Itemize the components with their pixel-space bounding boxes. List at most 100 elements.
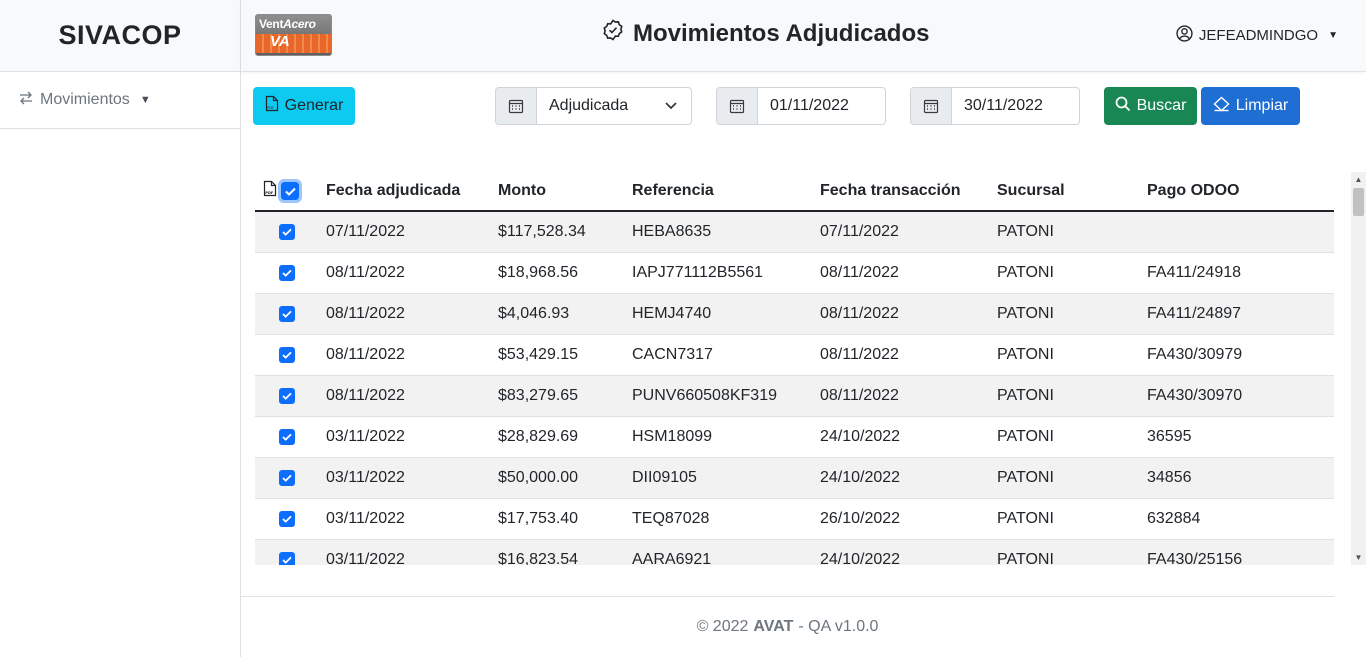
sidebar-item-movimientos[interactable]: Movimientos ▼	[0, 72, 240, 129]
user-circle-icon	[1176, 25, 1193, 46]
generar-button[interactable]: PDF Generar	[253, 87, 355, 125]
filter-toolbar: PDF Generar Adjudicada 01/11/2022 30/11/…	[241, 72, 1366, 142]
table-body: 07/11/2022 $117,528.34 HEBA8635 07/11/20…	[255, 212, 1334, 565]
calendar-icon	[717, 88, 758, 124]
column-header[interactable]: Monto	[498, 172, 546, 210]
cell-sucursal: PATONI	[997, 510, 1054, 527]
table-row[interactable]: 03/11/2022 $16,823.54 AARA6921 24/10/202…	[255, 540, 1334, 565]
cell-pago-odoo: 36595	[1147, 428, 1192, 445]
cell-sucursal: PATONI	[997, 223, 1054, 240]
sidebar-item-label: Movimientos	[40, 91, 130, 108]
cell-fecha-transaccion: 24/10/2022	[820, 551, 901, 565]
calendar-icon	[911, 88, 952, 124]
cell-pago-odoo: FA430/30970	[1147, 387, 1243, 404]
cell-sucursal: PATONI	[997, 428, 1054, 445]
cell-referencia: CACN7317	[632, 346, 713, 363]
column-header[interactable]: Fecha adjudicada	[326, 172, 460, 210]
sidebar: SIVACOP Movimientos ▼	[0, 0, 241, 657]
column-header[interactable]: Fecha transacción	[820, 172, 961, 210]
cell-sucursal: PATONI	[997, 305, 1054, 322]
cell-pago-odoo: 632884	[1147, 510, 1201, 527]
cell-fecha: 08/11/2022	[326, 264, 405, 281]
cell-pago-odoo: FA411/24897	[1147, 305, 1242, 322]
caret-down-icon: ▼	[1328, 30, 1338, 41]
date-from-value[interactable]: 01/11/2022	[758, 88, 885, 124]
row-checkbox[interactable]	[279, 306, 295, 322]
svg-text:PDF: PDF	[267, 106, 274, 110]
row-checkbox[interactable]	[279, 347, 295, 363]
cell-referencia: AARA6921	[632, 551, 712, 565]
status-select[interactable]: Adjudicada	[495, 87, 692, 125]
cell-referencia: TEQ87028	[632, 510, 710, 527]
date-to-value[interactable]: 30/11/2022	[952, 88, 1079, 124]
cell-pago-odoo: FA411/24918	[1147, 264, 1242, 281]
file-pdf-icon[interactable]: PDF	[263, 180, 277, 202]
table-row[interactable]: 08/11/2022 $53,429.15 CACN7317 08/11/202…	[255, 335, 1334, 376]
cell-sucursal: PATONI	[997, 264, 1054, 281]
cell-monto: $50,000.00	[498, 469, 579, 486]
brand-name: SIVACOP	[0, 0, 240, 72]
cell-monto: $53,429.15	[498, 346, 579, 363]
table-row[interactable]: 08/11/2022 $83,279.65 PUNV660508KF319 08…	[255, 376, 1334, 417]
cell-fecha: 03/11/2022	[326, 551, 405, 565]
select-all-checkbox[interactable]	[278, 179, 302, 203]
cell-fecha-transaccion: 26/10/2022	[820, 510, 901, 527]
row-checkbox[interactable]	[279, 265, 295, 281]
row-checkbox[interactable]	[279, 511, 295, 527]
cell-referencia: HSM18099	[632, 428, 713, 445]
cell-referencia: HEMJ4740	[632, 305, 712, 322]
row-checkbox[interactable]	[279, 388, 295, 404]
footer-company: AVAT	[753, 618, 794, 635]
table-row[interactable]: 07/11/2022 $117,528.34 HEBA8635 07/11/20…	[255, 212, 1334, 253]
column-header[interactable]: Pago ODOO	[1147, 172, 1239, 210]
cell-fecha-transaccion: 08/11/2022	[820, 387, 899, 404]
cell-fecha-transaccion: 24/10/2022	[820, 428, 901, 445]
table-row[interactable]: 03/11/2022 $28,829.69 HSM18099 24/10/202…	[255, 417, 1334, 458]
ventacero-logo: VentAcero VA	[255, 14, 332, 56]
calendar-icon	[496, 88, 537, 124]
check-badge-icon	[601, 18, 625, 49]
svg-text:PDF: PDF	[265, 191, 274, 195]
table-scrollbar[interactable]: ▲ ▼	[1351, 172, 1366, 565]
arrows-exchange-icon	[18, 90, 34, 111]
row-checkbox[interactable]	[279, 224, 295, 240]
table-row[interactable]: 08/11/2022 $4,046.93 HEMJ4740 08/11/2022…	[255, 294, 1334, 335]
row-checkbox[interactable]	[279, 429, 295, 445]
cell-monto: $83,279.65	[498, 387, 579, 404]
footer-version: - QA v1.0.0	[798, 618, 879, 635]
date-from-field[interactable]: 01/11/2022	[716, 87, 886, 125]
table-row[interactable]: 03/11/2022 $17,753.40 TEQ87028 26/10/202…	[255, 499, 1334, 540]
scroll-thumb[interactable]	[1353, 188, 1364, 216]
row-checkbox[interactable]	[279, 552, 295, 565]
cell-referencia: HEBA8635	[632, 223, 712, 240]
footer-copyright: © 2022	[696, 618, 749, 635]
cell-pago-odoo: 34856	[1147, 469, 1192, 486]
cell-fecha: 03/11/2022	[326, 428, 405, 445]
table-row[interactable]: 08/11/2022 $18,968.56 IAPJ771112B5561 08…	[255, 253, 1334, 294]
footer: © 2022 AVAT - QA v1.0.0	[241, 596, 1334, 657]
row-checkbox[interactable]	[279, 470, 295, 486]
cell-fecha-transaccion: 24/10/2022	[820, 469, 901, 486]
page-title-text: Movimientos Adjudicados	[633, 19, 930, 47]
scroll-down-icon[interactable]: ▼	[1351, 550, 1366, 565]
cell-monto: $16,823.54	[498, 551, 579, 565]
file-pdf-icon: PDF	[265, 95, 279, 117]
cell-fecha: 08/11/2022	[326, 387, 405, 404]
page-title: Movimientos Adjudicados	[601, 18, 929, 49]
cell-fecha-transaccion: 08/11/2022	[820, 264, 899, 281]
cell-fecha: 08/11/2022	[326, 305, 405, 322]
top-bar: VentAcero VA Movimientos Adjudicados JEF…	[241, 0, 1366, 72]
cell-sucursal: PATONI	[997, 346, 1054, 363]
search-icon	[1115, 96, 1131, 117]
scroll-up-icon[interactable]: ▲	[1351, 172, 1366, 187]
limpiar-button[interactable]: Limpiar	[1201, 87, 1300, 125]
date-to-field[interactable]: 30/11/2022	[910, 87, 1080, 125]
table-row[interactable]: 03/11/2022 $50,000.00 DII09105 24/10/202…	[255, 458, 1334, 499]
column-header[interactable]: Referencia	[632, 172, 714, 210]
column-header[interactable]: Sucursal	[997, 172, 1065, 210]
cell-referencia: PUNV660508KF319	[632, 387, 777, 404]
user-menu[interactable]: JEFEADMINDGO ▼	[1176, 25, 1338, 46]
buscar-button[interactable]: Buscar	[1104, 87, 1197, 125]
cell-sucursal: PATONI	[997, 551, 1054, 565]
cell-monto: $18,968.56	[498, 264, 579, 281]
